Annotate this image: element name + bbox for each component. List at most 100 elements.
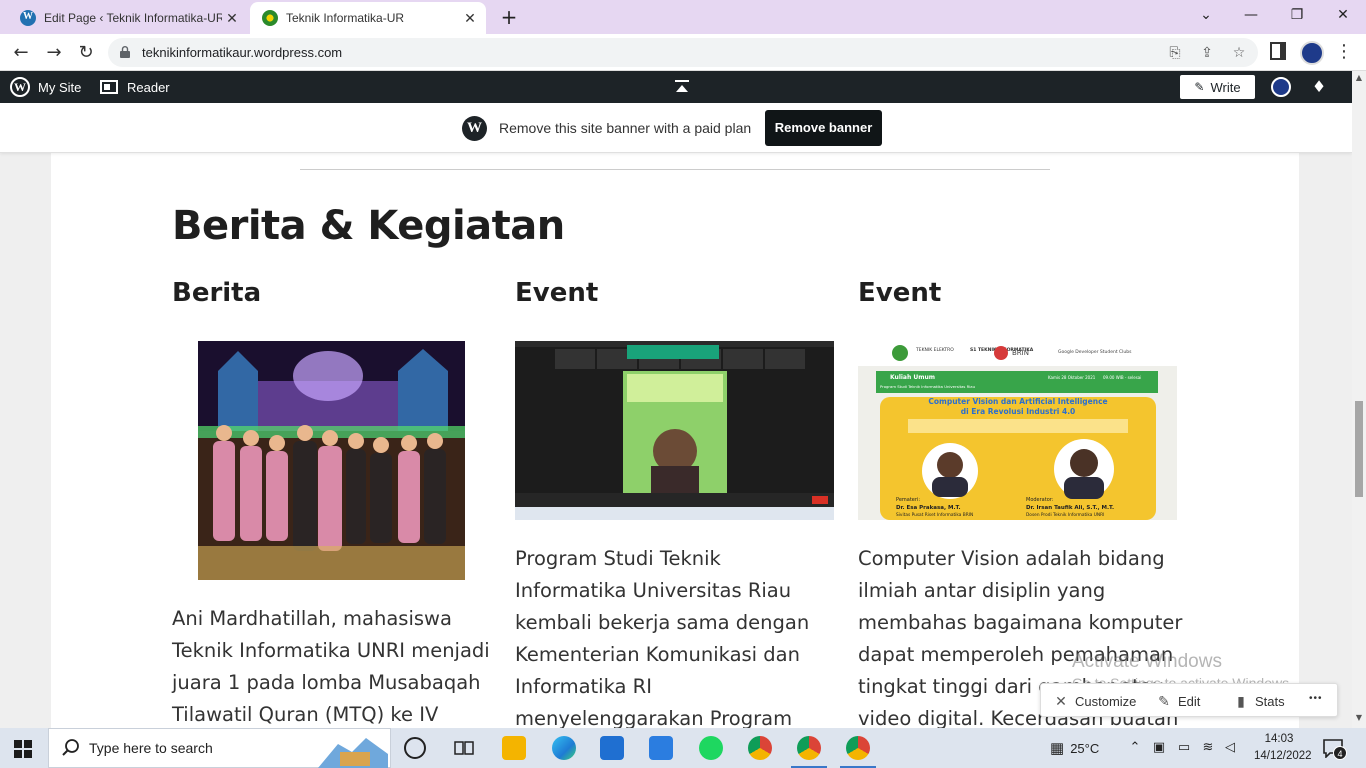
volume-icon[interactable]: ◁ [1222,740,1238,756]
weather-icon: ▦ [1050,740,1065,757]
my-site-link[interactable]: W My Site [10,71,81,103]
scroll-down-arrow-icon[interactable]: ▼ [1352,711,1366,725]
microsoft-store-icon[interactable] [600,736,624,760]
svg-text:09.00 WIB - selesai: 09.00 WIB - selesai [1103,375,1141,380]
event-column: Event Program Studi Teknik Informatika U… [515,278,835,728]
mail-icon[interactable] [649,736,673,760]
weather-widget[interactable]: ▦ 25°C [1050,739,1099,757]
share-icon[interactable]: ⇪ [1198,44,1216,62]
divider [300,169,1050,170]
zoom-meeting-screenshot[interactable] [515,341,834,520]
tab-search-dropdown-icon[interactable]: ⌄ [1192,4,1220,26]
news-excerpt: Ani Mardhatillah, mahasiswa Teknik Infor… [172,607,490,726]
remove-banner-button[interactable]: Remove banner [765,110,882,146]
browser-menu-icon[interactable]: ⋮ [1334,40,1354,64]
close-window-button[interactable]: ✕ [1329,4,1357,26]
reader-link[interactable]: Reader [100,71,170,103]
mtq-photo-illustration [198,341,465,580]
device-icon[interactable]: ▣ [1151,740,1167,756]
forward-arrow-icon[interactable]: → [41,40,67,66]
wordpress-admin-bar: W My Site Reader ✎ Write ♦ [0,71,1352,103]
stats-button[interactable]: ▮ Stats [1233,693,1285,709]
minimize-button[interactable]: — [1237,4,1265,26]
column-heading: Event [858,278,942,308]
customize-button[interactable]: ✕ Customize [1053,693,1136,709]
svg-text:Kuliah Umum: Kuliah Umum [890,374,935,381]
chrome-active-icon[interactable] [840,736,876,768]
news-photo[interactable] [198,341,465,580]
svg-text:BRIN: BRIN [1012,349,1029,357]
svg-text:Dr. Esa Prakasa, M.T.: Dr. Esa Prakasa, M.T. [896,505,961,511]
svg-text:Moderator:: Moderator: [1026,497,1054,503]
file-explorer-icon[interactable] [502,736,526,760]
tab-teknik-informatika[interactable]: Teknik Informatika-UR ✕ [250,2,486,34]
bar-chart-icon: ▮ [1237,693,1245,709]
system-clock[interactable]: 14:03 14/12/2022 [1254,731,1312,765]
back-arrow-icon[interactable]: ← [8,40,34,66]
site-banner: W Remove this site banner with a paid pl… [0,103,1352,153]
activate-windows-title: Activate Windows [1072,651,1222,672]
page-scrollbar[interactable]: ▲ ▼ [1352,71,1366,728]
edit-label: Edit [1178,693,1201,709]
pencil-icon: ✎ [1158,693,1170,709]
wp-user-avatar[interactable] [1271,77,1291,97]
restore-button[interactable]: ❐ [1283,4,1311,26]
clock-time: 14:03 [1264,733,1294,745]
edit-button[interactable]: ✎ Edit [1156,693,1200,709]
spotify-icon[interactable] [699,736,723,760]
clock-date: 14/12/2022 [1254,750,1312,762]
taskbar-search-box[interactable]: Type here to search [48,728,391,768]
collapse-banner-icon[interactable] [675,80,689,94]
svg-text:TEKNIK ELEKTRO: TEKNIK ELEKTRO [915,347,954,353]
customize-label: Customize [1075,693,1137,709]
lecture-poster-illustration: TEKNIK ELEKTRO S1 TEKNIK INFORMATIKA BRI… [858,341,1177,520]
tab-close-icon[interactable]: ✕ [222,8,242,28]
customize-toolbar: ✕ Customize ✎ Edit ▮ Stats ••• [1040,683,1338,717]
section-title: Berita & Kegiatan [172,203,565,249]
windows-start-icon[interactable] [14,740,32,758]
edge-browser-icon[interactable] [552,736,576,760]
my-site-label: My Site [38,79,82,95]
battery-icon[interactable]: ▭ [1176,740,1192,756]
bookmark-star-icon[interactable]: ☆ [1230,44,1248,62]
tab-close-icon[interactable]: ✕ [460,8,480,28]
reader-icon [100,80,118,94]
svg-text:di Era Revolusi Industri 4.0: di Era Revolusi Industri 4.0 [961,407,1076,416]
translate-icon[interactable]: ⎘ [1166,44,1184,62]
chrome-icon[interactable] [748,736,772,760]
browser-toolbar: ← → ↻ teknikinformatikaur.wordpress.com … [0,34,1366,71]
profile-avatar[interactable] [1300,41,1324,65]
reader-label: Reader [127,79,170,95]
chrome-profile-icon[interactable] [791,736,827,768]
cortana-icon[interactable] [404,737,426,759]
zoom-screenshot-illustration [515,341,834,520]
scroll-thumb[interactable] [1355,401,1363,497]
more-options-button[interactable]: ••• [1309,693,1323,704]
svg-text:Dosen Prodi Teknik Informatika: Dosen Prodi Teknik Informatika UNRI [1026,512,1104,518]
event-excerpt: Program Studi Teknik Informatika Univers… [515,547,810,728]
tab-edit-page[interactable]: Edit Page ‹ Teknik Informatika-UR ✕ [8,2,248,34]
reload-icon[interactable]: ↻ [73,40,99,66]
news-column: Berita Ani Mardhatillah, mahasiswa Tekni… [172,278,492,726]
chevron-up-icon[interactable]: ⌃ [1127,740,1143,756]
address-bar[interactable]: teknikinformatikaur.wordpress.com ⎘ ⇪ ☆ [108,38,1258,67]
browser-tab-strip: Edit Page ‹ Teknik Informatika-UR ✕ Tekn… [0,0,1366,34]
notifications-bell-icon[interactable]: ♦ [1310,78,1328,96]
url-text[interactable]: teknikinformatikaur.wordpress.com [142,45,342,60]
wordpress-favicon-icon [20,10,36,26]
svg-text:Sivitas Pusat Riset Informatik: Sivitas Pusat Riset Informatika BRIN [896,512,973,518]
write-button[interactable]: ✎ Write [1180,75,1255,99]
tab-title: Edit Page ‹ Teknik Informatika-UR [44,11,222,25]
lock-icon[interactable] [120,46,130,58]
side-panel-icon[interactable] [1270,42,1286,60]
new-tab-button[interactable]: + [498,6,520,28]
stats-label: Stats [1255,693,1285,709]
write-label: Write [1210,79,1241,95]
scroll-up-arrow-icon[interactable]: ▲ [1352,71,1366,85]
pencil-icon: ✎ [1194,80,1205,94]
wifi-icon[interactable]: ≋ [1200,740,1216,756]
svg-text:Program Studi Teknik Informati: Program Studi Teknik Informatika Univers… [880,384,976,389]
lecture-poster[interactable]: TEKNIK ELEKTRO S1 TEKNIK INFORMATIKA BRI… [858,341,1177,520]
task-view-icon[interactable] [452,736,476,760]
svg-text:Google Developer Student Clubs: Google Developer Student Clubs [1058,349,1132,355]
